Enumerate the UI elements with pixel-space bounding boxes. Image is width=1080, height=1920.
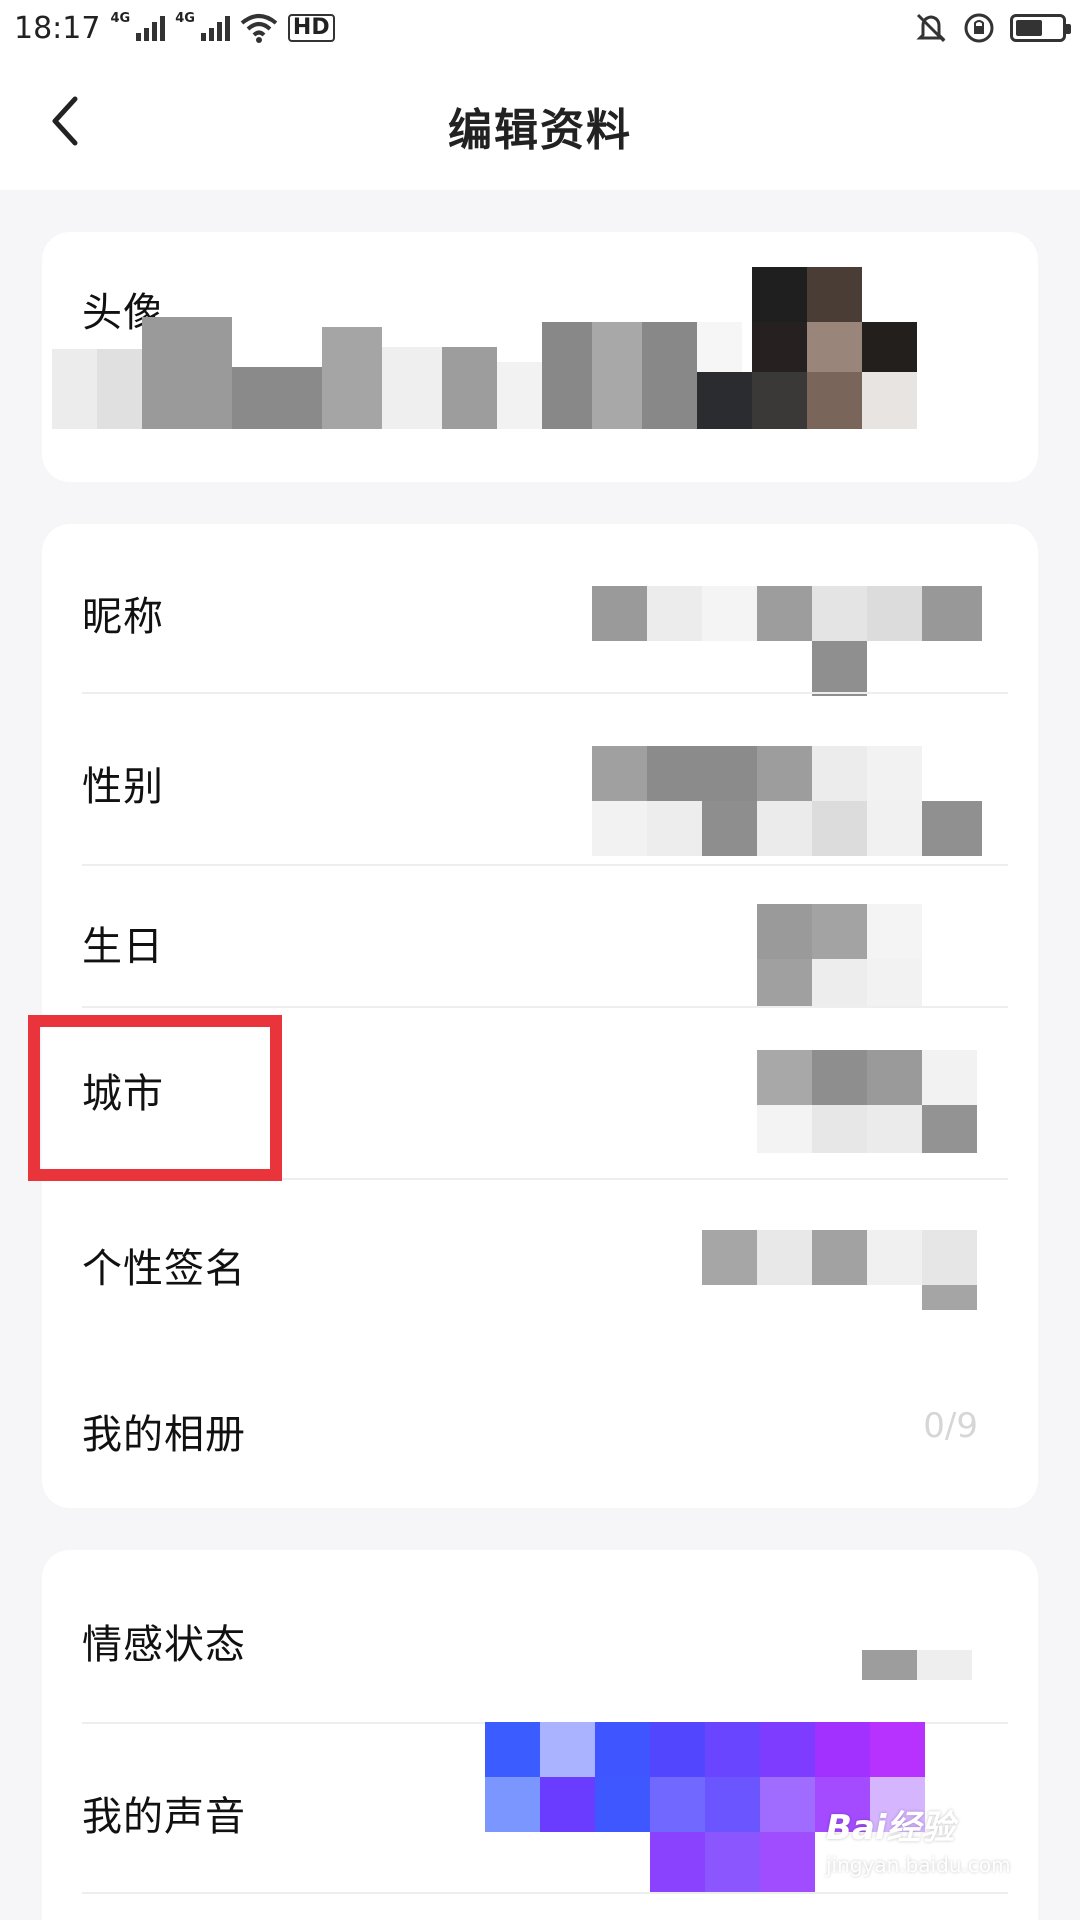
row-birthday[interactable]: 生日 [42,866,1038,1008]
status-time: 18:17 [14,10,101,46]
nickname-value-blurred [592,586,982,696]
rotation-lock-icon [964,13,994,43]
avatar-mosaic-svg [52,267,917,429]
row-gender[interactable]: 性别 [42,694,1038,866]
avatar-card[interactable]: 头像 [42,232,1038,482]
gender-value-blurred [592,746,982,856]
album-count: 0/9 [923,1406,978,1446]
hd-icon: HD [287,14,335,42]
row-nickname[interactable]: 昵称 [42,524,1038,696]
signature-value-blurred [702,1230,977,1310]
highlight-box [28,1015,282,1181]
status-left: 18:17 4G 4G HD [14,11,335,46]
city-value-blurred [757,1050,977,1153]
status-right [914,11,1071,45]
wifi-icon [240,14,278,43]
signature-label: 个性签名 [82,1246,246,1292]
network-type-1: 4G [110,10,131,26]
watermark-brand: Bai经验 [826,1808,955,1848]
page-title: 编辑资料 [448,105,632,156]
voice-label: 我的声音 [82,1794,246,1840]
album-label: 我的相册 [82,1412,246,1458]
birthday-label: 生日 [82,924,164,970]
status-bar: 18:17 4G 4G HD [0,0,1080,56]
signal-icon-2 [200,15,230,41]
row-album[interactable]: 我的相册 0/9 [42,1346,1038,1508]
nickname-label: 昵称 [82,594,164,640]
avatar-image[interactable] [52,267,1002,447]
relationship-label: 情感状态 [82,1622,246,1668]
row-relationship[interactable]: 情感状态 [42,1550,1038,1724]
relationship-value-blurred [862,1650,972,1680]
birthday-value-blurred [757,904,922,1007]
watermark-url: jingyan.baidu.com [826,1853,1011,1877]
battery-fill [1016,20,1043,36]
network-type-2: 4G [175,10,195,26]
bell-muted-icon [916,13,946,43]
row-signature[interactable]: 个性签名 [42,1180,1038,1346]
watermark: Bai经验 jingyan.baidu.com [826,1800,1056,1900]
signal-icon [136,15,166,41]
gender-label: 性别 [82,764,164,810]
battery-icon [1010,14,1071,42]
header: 编辑资料 [0,56,1080,190]
